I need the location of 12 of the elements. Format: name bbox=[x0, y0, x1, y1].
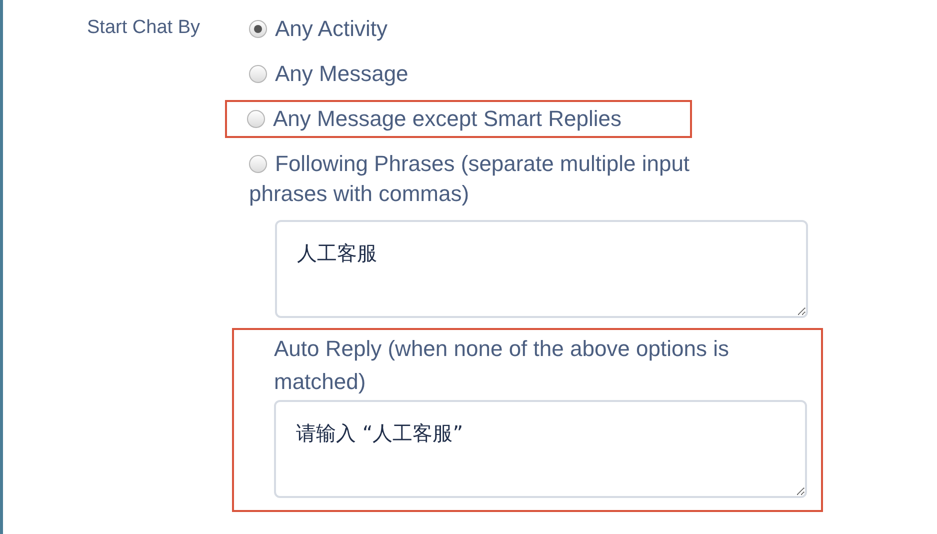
input-field[interactable]: 请输入 “人工客服” bbox=[274, 400, 807, 498]
radio-button[interactable] bbox=[249, 155, 267, 173]
radio-button[interactable] bbox=[249, 20, 267, 38]
input-field[interactable]: 人工客服 bbox=[275, 220, 808, 318]
option-label[interactable]: Any Message bbox=[275, 59, 408, 89]
option-label[interactable]: Any Message except Smart Replies bbox=[273, 104, 622, 134]
radio-button[interactable] bbox=[249, 65, 267, 83]
option-label[interactable]: Any Activity bbox=[275, 14, 388, 44]
radio-button[interactable] bbox=[247, 110, 265, 128]
field-label: Auto Reply (when none of the above options is matched) bbox=[274, 335, 730, 396]
field-label: Start Chat By bbox=[87, 16, 201, 40]
option-label[interactable]: Following Phrases (separate multiple input phrases with commas) bbox=[249, 149, 735, 209]
